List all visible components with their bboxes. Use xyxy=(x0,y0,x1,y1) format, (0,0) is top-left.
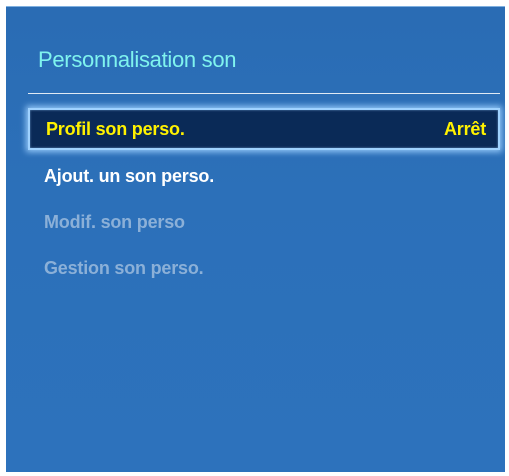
menu-title: Personnalisation son xyxy=(38,47,237,72)
menu-item-value: Arrêt xyxy=(443,118,486,139)
menu-item-label: Ajout. un son perso. xyxy=(44,165,214,186)
menu-item-label: Profil son perso. xyxy=(46,118,185,139)
title-divider xyxy=(28,93,500,94)
menu-item-profil-son-perso[interactable]: Profil son perso. Arrêt xyxy=(28,108,500,150)
menu-item-ajout-son-perso[interactable]: Ajout. un son perso. xyxy=(28,155,500,197)
menu-item-modif-son-perso: Modif. son perso xyxy=(28,201,500,243)
menu-item-gestion-son-perso: Gestion son perso. xyxy=(28,247,500,289)
menu-item-label: Gestion son perso. xyxy=(44,257,204,278)
menu-item-label: Modif. son perso xyxy=(44,211,185,232)
sound-customization-panel: Personnalisation son Profil son perso. A… xyxy=(6,6,505,472)
